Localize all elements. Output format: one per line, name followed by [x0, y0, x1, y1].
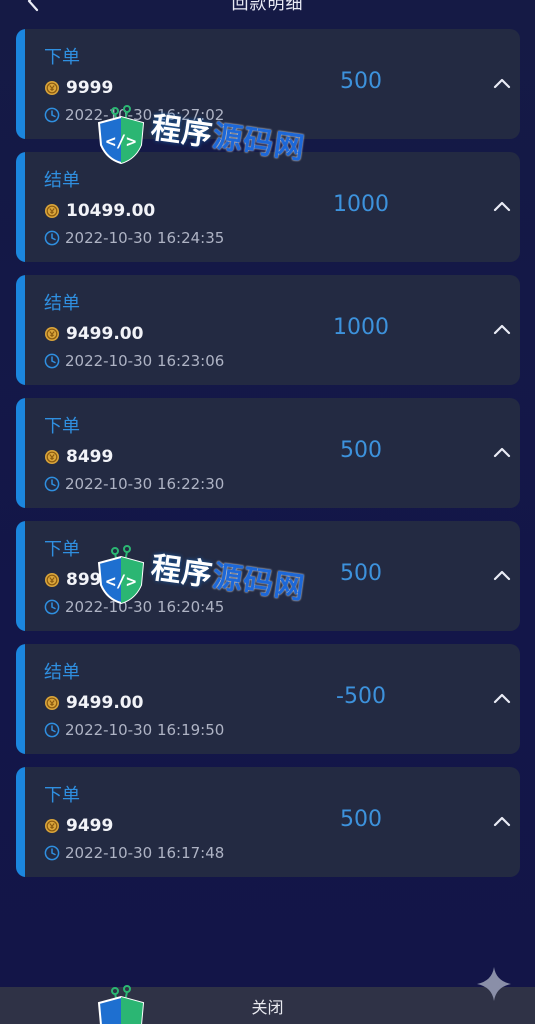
record-time-row: 2022-10-30 16:19:50 [44, 721, 224, 739]
expand-toggle-button[interactable] [491, 564, 513, 586]
record-amount: -500 [336, 684, 386, 709]
record-list: 下单 9999 2022-10-30 16:27:02 500 结单 10499.00 20… [16, 29, 520, 890]
chevron-up-icon [493, 447, 511, 458]
record-balance: 9999 [66, 78, 114, 98]
record-amount: 500 [340, 438, 382, 463]
record-balance-row: 8499 [44, 447, 113, 467]
record-amount: 500 [340, 69, 382, 94]
clock-icon [44, 107, 60, 123]
record-balance: 9499.00 [66, 693, 144, 713]
record-type: 下单 [44, 785, 80, 806]
record-type: 结单 [44, 662, 80, 683]
record-balance-row: 8999 [44, 570, 113, 590]
coin-icon [45, 81, 59, 95]
record-time: 2022-10-30 16:20:45 [65, 598, 225, 616]
record-time-row: 2022-10-30 16:24:35 [44, 229, 224, 247]
close-button[interactable]: 关闭 [251, 994, 283, 1018]
record-time-row: 2022-10-30 16:22:30 [44, 475, 224, 493]
expand-toggle-button[interactable] [491, 72, 513, 94]
chevron-up-icon [493, 570, 511, 581]
record-type: 下单 [44, 539, 80, 560]
clock-icon [44, 230, 60, 246]
record-accent-bar [16, 152, 25, 262]
chevron-up-icon [493, 693, 511, 704]
record-card[interactable]: 下单 8499 2022-10-30 16:22:30 500 [16, 398, 520, 508]
record-time: 2022-10-30 16:24:35 [65, 229, 225, 247]
record-card[interactable]: 下单 9499 2022-10-30 16:17:48 500 [16, 767, 520, 877]
chevron-up-icon [493, 78, 511, 89]
record-time-row: 2022-10-30 16:27:02 [44, 106, 224, 124]
record-accent-bar [16, 398, 25, 508]
header: 回款明细 [0, 0, 535, 16]
chevron-up-icon [493, 324, 511, 335]
expand-toggle-button[interactable] [491, 810, 513, 832]
coin-icon [45, 204, 59, 218]
record-balance: 10499.00 [66, 201, 156, 221]
expand-toggle-button[interactable] [491, 687, 513, 709]
chevron-up-icon [493, 816, 511, 827]
record-card[interactable]: 结单 10499.00 2022-10-30 16:24:35 1000 [16, 152, 520, 262]
record-balance: 8999 [66, 570, 114, 590]
clock-icon [44, 353, 60, 369]
record-balance: 9499.00 [66, 324, 144, 344]
record-time-row: 2022-10-30 16:17:48 [44, 844, 224, 862]
record-amount: 1000 [333, 315, 389, 340]
clock-icon [44, 845, 60, 861]
record-card[interactable]: 下单 9999 2022-10-30 16:27:02 500 [16, 29, 520, 139]
record-type: 下单 [44, 47, 80, 68]
record-amount: 500 [340, 807, 382, 832]
footer-bar: 关闭 [0, 987, 535, 1024]
record-balance: 8499 [66, 447, 114, 467]
record-time: 2022-10-30 16:19:50 [65, 721, 225, 739]
record-accent-bar [16, 275, 25, 385]
record-accent-bar [16, 29, 25, 139]
coin-icon [45, 696, 59, 710]
record-time-row: 2022-10-30 16:23:06 [44, 352, 224, 370]
coin-icon [45, 819, 59, 833]
back-button[interactable] [20, 0, 46, 14]
sparkle-icon [477, 967, 511, 1001]
record-time: 2022-10-30 16:17:48 [65, 844, 225, 862]
coin-icon [45, 450, 59, 464]
clock-icon [44, 722, 60, 738]
record-accent-bar [16, 767, 25, 877]
record-card[interactable]: 下单 8999 2022-10-30 16:20:45 500 [16, 521, 520, 631]
record-balance-row: 10499.00 [44, 201, 155, 221]
expand-toggle-button[interactable] [491, 195, 513, 217]
record-balance: 9499 [66, 816, 114, 836]
record-card[interactable]: 结单 9499.00 2022-10-30 16:19:50 -500 [16, 644, 520, 754]
coin-icon [45, 327, 59, 341]
record-balance-row: 9499.00 [44, 693, 143, 713]
chevron-left-icon [27, 0, 39, 12]
record-time: 2022-10-30 16:22:30 [65, 475, 225, 493]
record-balance-row: 9499.00 [44, 324, 143, 344]
clock-icon [44, 599, 60, 615]
record-type: 结单 [44, 293, 80, 314]
record-card[interactable]: 结单 9499.00 2022-10-30 16:23:06 1000 [16, 275, 520, 385]
record-amount: 500 [340, 561, 382, 586]
record-time: 2022-10-30 16:23:06 [65, 352, 225, 370]
record-type: 结单 [44, 170, 80, 191]
record-time-row: 2022-10-30 16:20:45 [44, 598, 224, 616]
record-type: 下单 [44, 416, 80, 437]
page-title: 回款明细 [231, 0, 304, 14]
record-balance-row: 9499 [44, 816, 113, 836]
expand-toggle-button[interactable] [491, 441, 513, 463]
record-amount: 1000 [333, 192, 389, 217]
expand-toggle-button[interactable] [491, 318, 513, 340]
record-time: 2022-10-30 16:27:02 [65, 106, 225, 124]
record-accent-bar [16, 644, 25, 754]
chevron-up-icon [493, 201, 511, 212]
record-accent-bar [16, 521, 25, 631]
coin-icon [45, 573, 59, 587]
clock-icon [44, 476, 60, 492]
page: 回款明细 下单 9999 2022-10-30 16:27:02 500 结单 10499… [0, 0, 535, 1024]
record-balance-row: 9999 [44, 78, 113, 98]
